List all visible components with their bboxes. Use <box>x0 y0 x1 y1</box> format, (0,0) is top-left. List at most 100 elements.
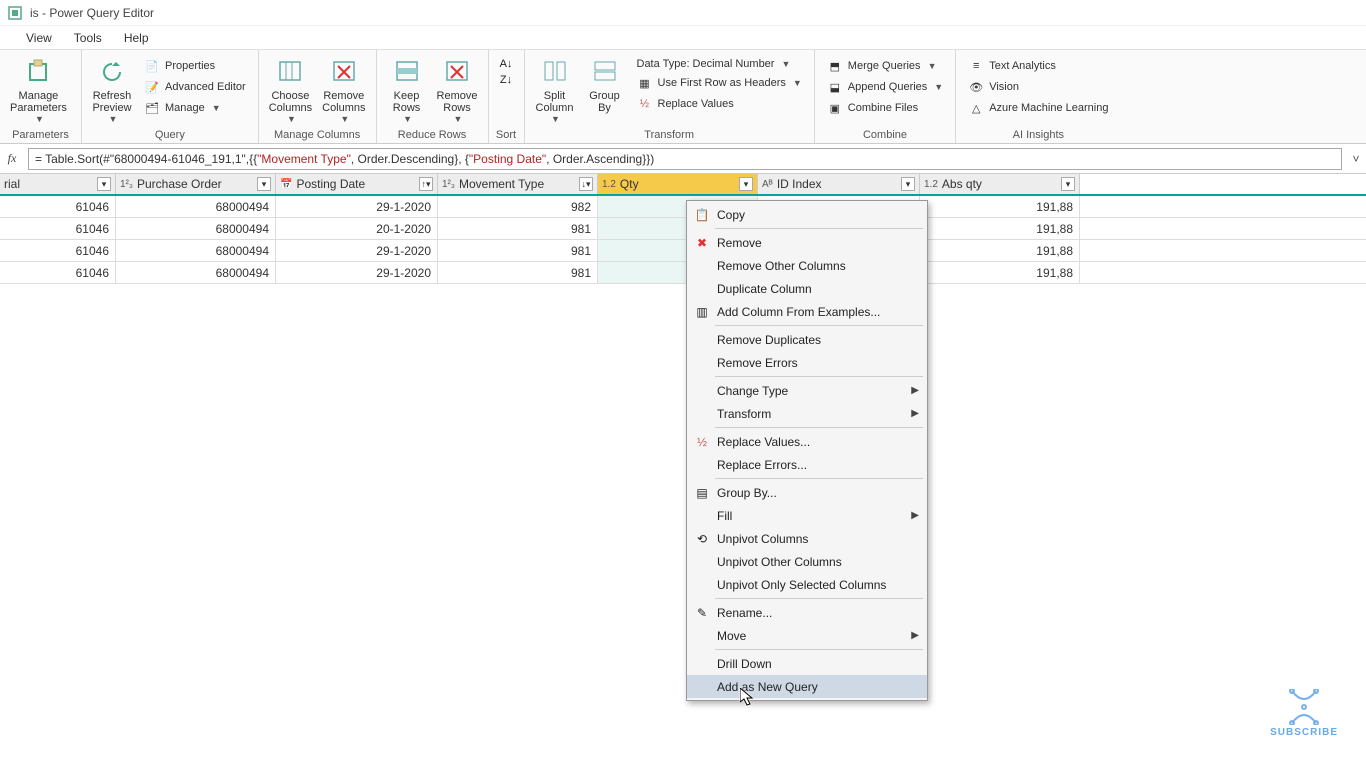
ctx-add-examples[interactable]: ▥Add Column From Examples... <box>687 300 927 323</box>
table-row[interactable]: 610466800049429-1-2020982191,88 <box>0 196 1366 218</box>
ribbon: Manage Parameters▼ Parameters Refresh Pr… <box>0 50 1366 144</box>
menu-bar: View Tools Help <box>0 26 1366 50</box>
group-label: Combine <box>821 127 949 143</box>
merge-queries-button[interactable]: ⬒Merge Queries▼ <box>823 56 947 76</box>
column-header-posting-date[interactable]: 📅 Posting Date ↑▾ <box>276 174 438 194</box>
column-header-purchase-order[interactable]: 1²₃ Purchase Order ▾ <box>116 174 276 194</box>
ctx-move[interactable]: Move▶ <box>687 624 927 647</box>
ml-icon: △ <box>968 100 984 116</box>
ctx-remove-errors[interactable]: Remove Errors <box>687 351 927 374</box>
merge-icon: ⬒ <box>827 58 843 74</box>
rename-icon: ✎ <box>691 606 713 620</box>
group-label: Manage Columns <box>265 127 370 143</box>
filter-icon[interactable]: ▾ <box>1061 177 1075 191</box>
split-column-button[interactable]: Split Column▼ <box>531 54 579 126</box>
ctx-remove-duplicates[interactable]: Remove Duplicates <box>687 328 927 351</box>
column-header-qty[interactable]: 1.2 Qty ▾ <box>598 174 758 194</box>
filter-icon[interactable]: ↑▾ <box>419 177 433 191</box>
cell: 29-1-2020 <box>276 240 438 261</box>
ctx-duplicate[interactable]: Duplicate Column <box>687 277 927 300</box>
fx-icon[interactable]: fx <box>2 151 22 166</box>
properties-icon: 📄 <box>144 58 160 74</box>
menu-view[interactable]: View <box>26 31 52 45</box>
data-type-button[interactable]: Data Type: Decimal Number▼ <box>633 56 806 72</box>
filter-icon[interactable]: ▾ <box>97 177 111 191</box>
group-label: AI Insights <box>962 127 1114 143</box>
refresh-preview-button[interactable]: Refresh Preview▼ <box>88 54 136 126</box>
remove-columns-button[interactable]: Remove Columns▼ <box>318 54 369 126</box>
ctx-unpivot[interactable]: ⟲Unpivot Columns <box>687 527 927 550</box>
append-queries-button[interactable]: ⬓Append Queries▼ <box>823 77 947 97</box>
manage-parameters-button[interactable]: Manage Parameters▼ <box>6 54 71 126</box>
ctx-transform[interactable]: Transform▶ <box>687 402 927 425</box>
formula-input[interactable]: = Table.Sort(#"68000494-61046_191,1",{{ … <box>28 148 1342 170</box>
manage-button[interactable]: 🗂Manage▼ <box>140 98 250 118</box>
combine-icon: ▣ <box>827 100 843 116</box>
cell: 29-1-2020 <box>276 262 438 283</box>
ctx-remove[interactable]: ✖Remove <box>687 231 927 254</box>
first-row-headers-button[interactable]: ▦Use First Row as Headers▼ <box>633 73 806 93</box>
column-header-abs-qty[interactable]: 1.2 Abs qty ▾ <box>920 174 1080 194</box>
column-header-material[interactable]: rial ▾ <box>0 174 116 194</box>
ctx-group-by[interactable]: ▤Group By... <box>687 481 927 504</box>
menu-tools[interactable]: Tools <box>74 31 102 45</box>
ctx-replace-values[interactable]: ½Replace Values... <box>687 430 927 453</box>
ctx-rename[interactable]: ✎Rename... <box>687 601 927 624</box>
cell: 68000494 <box>116 196 276 217</box>
cell: 61046 <box>0 240 116 261</box>
vision-button[interactable]: 👁Vision <box>964 77 1112 97</box>
ctx-copy[interactable]: 📋Copy <box>687 203 927 226</box>
group-reduce-rows: Keep Rows▼ Remove Rows▼ Reduce Rows <box>377 50 489 143</box>
filter-icon[interactable]: ↓▾ <box>579 177 593 191</box>
text-analytics-button[interactable]: ≡Text Analytics <box>964 56 1112 76</box>
ctx-add-new-query[interactable]: Add as New Query <box>687 675 927 698</box>
column-header-movement-type[interactable]: 1²₃ Movement Type ↓▾ <box>438 174 598 194</box>
table-row[interactable]: 610466800049420-1-2020981191,88 <box>0 218 1366 240</box>
submenu-arrow-icon: ▶ <box>911 630 919 641</box>
editor-icon: 📝 <box>144 79 160 95</box>
cell: 981 <box>438 262 598 283</box>
group-query: Refresh Preview▼ 📄Properties 📝Advanced E… <box>82 50 259 143</box>
ctx-remove-other[interactable]: Remove Other Columns <box>687 254 927 277</box>
remove-rows-button[interactable]: Remove Rows▼ <box>433 54 482 126</box>
advanced-editor-button[interactable]: 📝Advanced Editor <box>140 77 250 97</box>
choose-columns-button[interactable]: Choose Columns▼ <box>265 54 316 126</box>
add-column-icon: ▥ <box>691 305 713 319</box>
title-bar: is - Power Query Editor <box>0 0 1366 26</box>
menu-help[interactable]: Help <box>124 31 149 45</box>
column-header-id-index[interactable]: Aᴮ ID Index ▾ <box>758 174 920 194</box>
keep-rows-button[interactable]: Keep Rows▼ <box>383 54 431 126</box>
expand-formula-button[interactable]: ˅ <box>1348 152 1364 166</box>
sort-desc-button[interactable]: Z↓ <box>500 74 512 86</box>
sort-asc-button[interactable]: A↓ <box>500 58 513 70</box>
filter-icon[interactable]: ▾ <box>257 177 271 191</box>
cell: 68000494 <box>116 262 276 283</box>
group-ai: ≡Text Analytics 👁Vision △Azure Machine L… <box>956 50 1120 143</box>
cell: 61046 <box>0 218 116 239</box>
ctx-drill-down[interactable]: Drill Down <box>687 652 927 675</box>
ctx-unpivot-other[interactable]: Unpivot Other Columns <box>687 550 927 573</box>
ctx-unpivot-selected[interactable]: Unpivot Only Selected Columns <box>687 573 927 596</box>
group-by-button[interactable]: Group By <box>581 54 629 116</box>
ctx-change-type[interactable]: Change Type▶ <box>687 379 927 402</box>
properties-button[interactable]: 📄Properties <box>140 56 250 76</box>
table-row[interactable]: 610466800049429-1-2020981191,88 <box>0 262 1366 284</box>
cell: 61046 <box>0 196 116 217</box>
azure-ml-button[interactable]: △Azure Machine Learning <box>964 98 1112 118</box>
filter-icon[interactable]: ▾ <box>739 177 753 191</box>
cell: 191,88 <box>920 218 1080 239</box>
group-label: Query <box>88 127 252 143</box>
filter-icon[interactable]: ▾ <box>901 177 915 191</box>
combine-files-button[interactable]: ▣Combine Files <box>823 98 947 118</box>
headers-icon: ▦ <box>637 75 653 91</box>
append-icon: ⬓ <box>827 79 843 95</box>
submenu-arrow-icon: ▶ <box>911 385 919 396</box>
cell: 191,88 <box>920 196 1080 217</box>
replace-values-button[interactable]: ½Replace Values <box>633 94 806 114</box>
ctx-replace-errors[interactable]: Replace Errors... <box>687 453 927 476</box>
group-transform: Split Column▼ Group By Data Type: Decima… <box>525 50 815 143</box>
replace-icon: ½ <box>637 96 653 112</box>
ctx-fill[interactable]: Fill▶ <box>687 504 927 527</box>
table-row[interactable]: 610466800049429-1-2020981191,88 <box>0 240 1366 262</box>
cell: 68000494 <box>116 218 276 239</box>
